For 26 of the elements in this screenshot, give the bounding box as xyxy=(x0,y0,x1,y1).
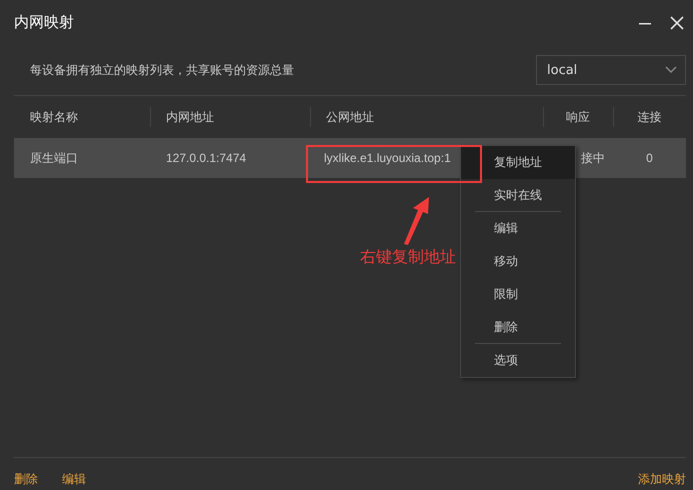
menu-item[interactable]: 复制地址 xyxy=(461,146,575,179)
close-icon[interactable] xyxy=(670,16,684,30)
add-mapping-link[interactable]: 添加映射 xyxy=(638,471,686,488)
chevron-down-icon xyxy=(665,66,677,74)
column-header: 映射名称 xyxy=(30,108,78,126)
table-cell: 原生端口 xyxy=(30,150,78,164)
table-cell: 0 xyxy=(646,151,653,165)
window-title: 内网映射 xyxy=(14,13,74,32)
menu-item[interactable]: 实时在线 xyxy=(461,179,575,212)
menu-item[interactable]: 编辑 xyxy=(461,212,575,245)
annotation-text: 右键复制地址 xyxy=(360,247,456,268)
column-header: 内网地址 xyxy=(166,108,214,126)
description-text: 每设备拥有独立的映射列表，共享账号的资源总量 xyxy=(29,62,294,78)
column-header: 响应 xyxy=(566,108,590,126)
footer-link[interactable]: 删除 xyxy=(14,471,38,488)
menu-item[interactable]: 限制 xyxy=(461,278,575,311)
table-cell: 接中 xyxy=(581,150,605,164)
menu-item[interactable]: 移动 xyxy=(461,245,575,278)
table-cell: 127.0.0.1:7474 xyxy=(166,151,246,165)
device-dropdown[interactable]: local xyxy=(536,55,686,85)
table-cell: lyxlike.e1.luyouxia.top:1 xyxy=(324,151,451,165)
column-header: 公网地址 xyxy=(326,108,374,126)
menu-item[interactable]: 删除 xyxy=(461,311,575,344)
menu-item[interactable]: 选项 xyxy=(461,344,575,377)
footer-link[interactable]: 编辑 xyxy=(62,471,86,488)
column-header: 连接 xyxy=(638,108,662,126)
